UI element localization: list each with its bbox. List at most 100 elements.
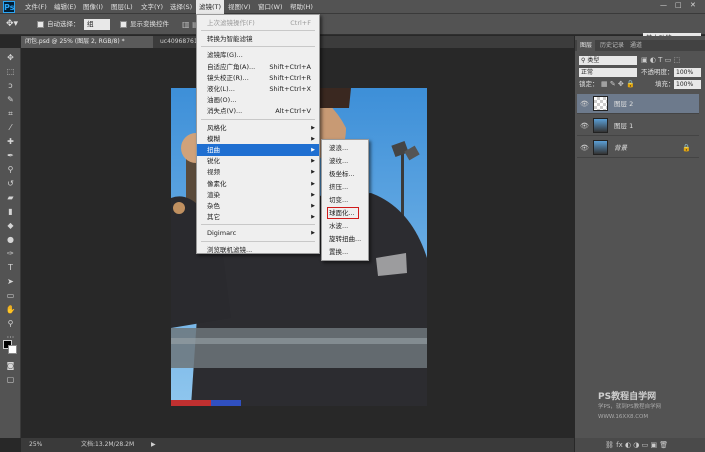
filter-menu-item[interactable]: 渲染 ▶ xyxy=(197,189,319,201)
eraser-tool-icon[interactable]: ▰ xyxy=(4,192,17,204)
menu-type[interactable]: 文字(Y) xyxy=(138,0,166,14)
filter-menu-item[interactable]: 消失点(V)... Alt+Ctrl+V xyxy=(197,105,319,117)
layer-thumbnail xyxy=(593,140,608,155)
distort-menu-item[interactable]: 挤压... xyxy=(322,181,368,193)
screen-mode-icon[interactable]: ▢ xyxy=(4,374,17,386)
layer-row-1[interactable]: 👁 图层 1 xyxy=(577,116,699,136)
close-button[interactable]: ✕ xyxy=(690,1,696,9)
filter-menu-item[interactable]: 滤镜库(G)... xyxy=(197,49,319,61)
distort-menu-item[interactable]: 极坐标... xyxy=(322,168,368,180)
menu-shortcut: Shift+Ctrl+X xyxy=(269,85,311,93)
gradient-tool-icon[interactable]: ▮ xyxy=(4,206,17,218)
menu-separator xyxy=(201,240,315,242)
menu-select[interactable]: 选择(S) xyxy=(167,0,195,14)
menu-shortcut: Alt+Ctrl+V xyxy=(275,107,311,116)
healing-tool-icon[interactable]: ✚ xyxy=(4,136,17,148)
auto-select-dropdown[interactable]: 组 xyxy=(84,19,110,30)
menu-shortcut: Shift+Ctrl+A xyxy=(269,62,311,71)
opacity-input[interactable]: 100% xyxy=(674,68,701,77)
filter-menu-item[interactable]: 像素化 ▶ xyxy=(197,178,319,190)
status-arrow-icon[interactable]: ▶ xyxy=(151,438,156,452)
filter-menu-item[interactable]: 其它 ▶ xyxy=(197,211,319,223)
crop-tool-icon[interactable]: ⌗ xyxy=(4,108,17,120)
menu-item-label: 扭曲 xyxy=(207,146,220,154)
filter-menu-item[interactable]: 上次滤镜操作(F) Ctrl+F xyxy=(197,17,319,29)
filter-menu-item[interactable]: 镜头校正(R)... Shift+Ctrl+R xyxy=(197,72,319,84)
brush-tool-icon[interactable]: ✒ xyxy=(4,150,17,162)
document-tab-active[interactable]: 闭包.psd @ 25% (图层 2, RGB/8) * xyxy=(21,36,153,48)
background-color-swatch[interactable] xyxy=(8,345,17,354)
layer-row-2[interactable]: 👁 图层 2 xyxy=(577,94,699,114)
menu-filter[interactable]: 滤镜(T) xyxy=(196,0,225,14)
visibility-eye-icon[interactable]: 👁 xyxy=(580,94,589,114)
submenu-arrow-icon: ▶ xyxy=(311,214,315,221)
menu-item-label: 杂色 xyxy=(207,202,220,210)
filter-menu-item[interactable]: 视频 ▶ xyxy=(197,166,319,178)
distort-menu-item[interactable]: 旋转扭曲... xyxy=(322,233,368,245)
menu-image[interactable]: 图像(I) xyxy=(80,0,106,14)
filter-icons[interactable]: ▣ ◐ T ▭ ⬚ xyxy=(641,56,680,64)
document-info: 文档:13.2M/28.2M xyxy=(81,441,135,448)
menu-window[interactable]: 窗口(W) xyxy=(255,0,286,14)
filter-menu-item[interactable]: Digimarc ▶ xyxy=(197,227,319,239)
filter-menu-item[interactable]: 转换为智能滤镜 xyxy=(197,33,319,45)
distort-menu-item[interactable]: 波纹... xyxy=(322,155,368,167)
pen-tool-icon[interactable]: ✑ xyxy=(4,248,17,260)
filter-menu-item[interactable]: 油画(O)... xyxy=(197,94,319,106)
tab-layers[interactable]: 图层 xyxy=(577,40,596,51)
maximize-button[interactable]: □ xyxy=(675,1,682,9)
distort-menu-item[interactable]: 波浪... xyxy=(322,142,368,154)
filter-menu-item[interactable]: 扭曲 ▶ xyxy=(197,144,319,156)
quick-select-tool-icon[interactable]: ✎ xyxy=(4,94,17,106)
menu-layer[interactable]: 图层(L) xyxy=(108,0,136,14)
panel-action-icons[interactable]: ⛓ fx ◐ ◑ ▭ ▣ 🗑 xyxy=(605,438,668,452)
highlight-box xyxy=(327,207,359,219)
stamp-tool-icon[interactable]: ⚲ xyxy=(4,164,17,176)
tab-channels[interactable]: 通道 xyxy=(627,40,645,51)
menu-edit[interactable]: 编辑(E) xyxy=(51,0,79,14)
filter-menu-item[interactable]: 液化(L)... Shift+Ctrl+X xyxy=(197,83,319,95)
visibility-eye-icon[interactable]: 👁 xyxy=(580,116,589,136)
filter-menu-item[interactable]: 自适应广角(A)... Shift+Ctrl+A xyxy=(197,61,319,73)
eyedropper-tool-icon[interactable]: ⁄ xyxy=(4,122,17,134)
filter-menu-item[interactable]: 锐化 ▶ xyxy=(197,155,319,167)
path-select-icon[interactable]: ➤ xyxy=(4,276,17,288)
hand-tool-icon[interactable]: ✋ xyxy=(4,304,17,316)
filter-menu-item[interactable]: 模糊 ▶ xyxy=(197,133,319,145)
menu-help[interactable]: 帮助(H) xyxy=(287,0,316,14)
move-tool-icon[interactable]: ✥ xyxy=(4,52,17,64)
layer-kind-filter[interactable]: ⚲ 类型 xyxy=(579,56,637,65)
layer-row-background[interactable]: 👁 背景 🔒 xyxy=(577,138,699,158)
menu-view[interactable]: 视图(V) xyxy=(225,0,254,14)
tab-history[interactable]: 历史记录 xyxy=(597,40,627,51)
minimize-button[interactable]: — xyxy=(660,1,667,9)
menu-file[interactable]: 文件(F) xyxy=(22,0,50,14)
fill-input[interactable]: 100% xyxy=(674,80,701,89)
visibility-eye-icon[interactable]: 👁 xyxy=(580,138,589,158)
search-icon: ⚲ xyxy=(581,57,586,64)
zoom-tool-icon[interactable]: ⚲ xyxy=(4,318,17,330)
menu-item-label: 液化(L)... xyxy=(207,85,235,93)
filter-menu-item[interactable]: 风格化 ▶ xyxy=(197,122,319,134)
filter-menu-item[interactable]: 浏览联机滤镜... xyxy=(197,244,319,256)
filter-menu-item[interactable]: 杂色 ▶ xyxy=(197,200,319,212)
show-transform-checkbox[interactable] xyxy=(120,21,127,28)
quick-mask-icon[interactable]: ◙ xyxy=(4,360,17,372)
dodge-tool-icon[interactable]: ● xyxy=(4,234,17,246)
blur-tool-icon[interactable]: ◆ xyxy=(4,220,17,232)
history-brush-icon[interactable]: ↺ xyxy=(4,178,17,190)
auto-select-checkbox[interactable] xyxy=(37,21,44,28)
blend-mode-dropdown[interactable]: 正常 xyxy=(579,68,637,77)
zoom-level[interactable]: 25% xyxy=(29,438,42,452)
lock-icons[interactable]: ▦ ✎ ✥ 🔒 xyxy=(601,80,635,88)
shape-tool-icon[interactable]: ▭ xyxy=(4,290,17,302)
distort-menu-item[interactable]: 切变... xyxy=(322,194,368,206)
lasso-tool-icon[interactable]: ↄ xyxy=(4,80,17,92)
move-tool-icon[interactable]: ✥▾ xyxy=(6,19,18,30)
menu-separator xyxy=(201,118,315,120)
distort-menu-item[interactable]: 置换... xyxy=(322,246,368,258)
type-tool-icon[interactable]: T xyxy=(4,262,17,274)
marquee-tool-icon[interactable]: ⬚ xyxy=(4,66,17,78)
submenu-arrow-icon: ▶ xyxy=(311,180,315,187)
distort-menu-item[interactable]: 水波... xyxy=(322,220,368,232)
